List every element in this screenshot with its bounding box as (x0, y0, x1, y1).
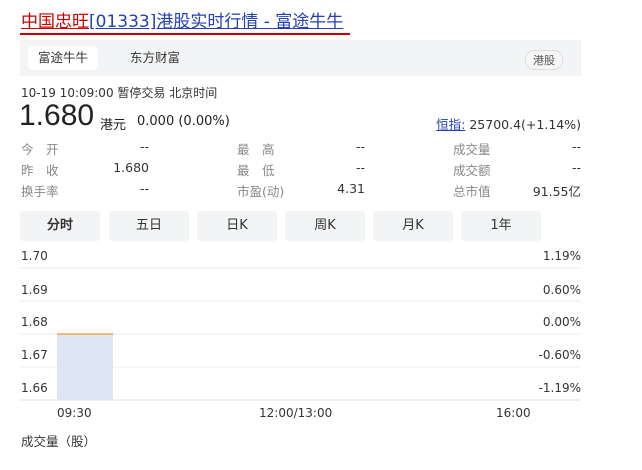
y-tick-label: 1.69 (21, 283, 48, 297)
y-tick-label: 1.70 (21, 249, 48, 263)
pct-tick-label: -1.19% (538, 381, 581, 395)
pct-tick-label: 0.00% (542, 315, 581, 329)
pct-tick-label: -0.60% (538, 348, 581, 362)
x-tick-label: 12:00/13:00 (259, 406, 333, 420)
y-tick-label: 1.66 (21, 381, 48, 395)
x-tick-label: 16:00 (496, 406, 531, 420)
y-tick-label: 1.68 (21, 315, 48, 329)
pct-tick-label: 1.19% (542, 249, 581, 263)
y-tick-label: 1.67 (21, 348, 48, 362)
x-tick-label: 09:30 (57, 406, 92, 420)
price-area (57, 334, 114, 400)
pct-tick-label: 0.60% (542, 283, 581, 297)
volume-label: 成交量（股） (21, 434, 97, 449)
intraday-chart[interactable] (0, 0, 642, 470)
